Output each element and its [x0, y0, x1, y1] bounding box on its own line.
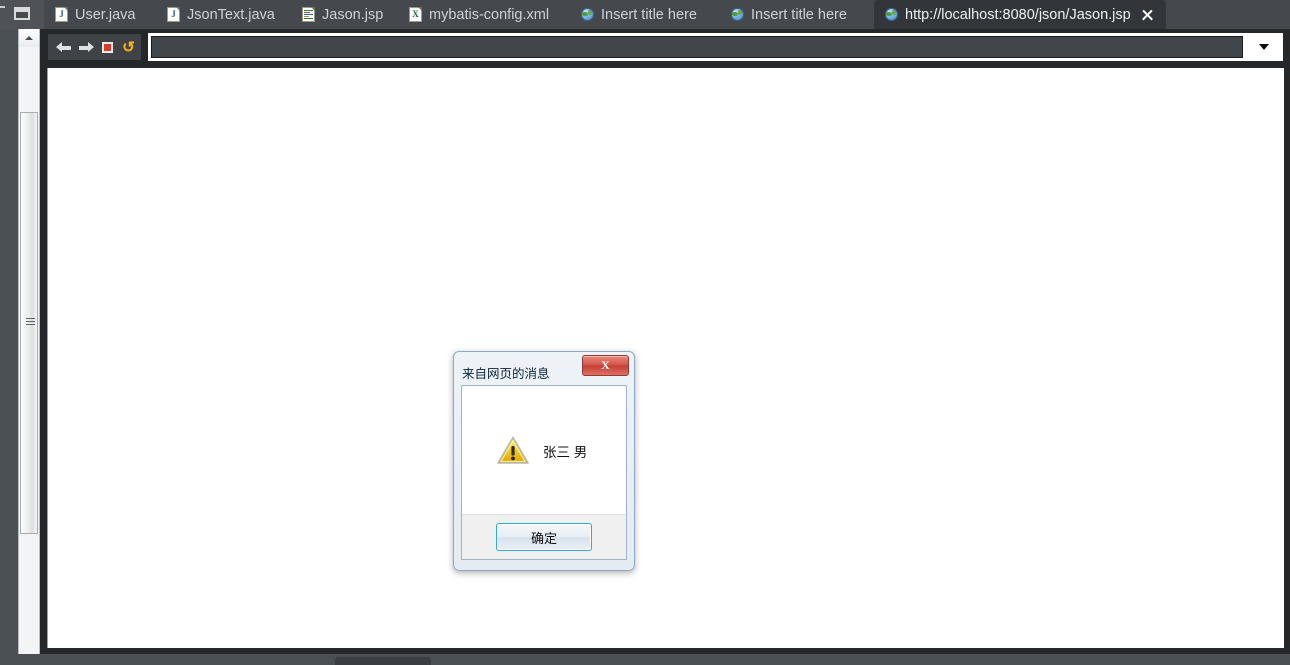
xml-file-icon-letter: X	[412, 9, 419, 19]
tabstrip-left-pad	[0, 0, 44, 29]
browser-window: J User.java J JsonText.java Jason.jsp X …	[0, 0, 1290, 665]
corner-tick	[0, 6, 5, 8]
back-button[interactable]	[54, 37, 73, 57]
dialog-message-text: 张三 男	[543, 444, 588, 460]
tab-label: User.java	[75, 6, 136, 23]
chevron-down-icon	[1259, 44, 1269, 50]
scrollbar-grip-icon	[26, 318, 35, 328]
stop-icon	[101, 42, 113, 53]
dialog-title: 来自网页的消息	[462, 367, 550, 381]
dialog-close-button[interactable]: X	[582, 355, 629, 376]
tab-jason-jsp[interactable]: Jason.jsp	[291, 0, 398, 29]
tab-label: Insert title here	[601, 6, 697, 23]
window-restore-icon[interactable]	[14, 7, 30, 20]
globe-icon	[885, 7, 898, 22]
address-input[interactable]	[151, 36, 1243, 58]
bottom-bar	[0, 654, 1290, 665]
tab-localhost-jason-jsp[interactable]: http://localhost:8080/json/Jason.jsp	[874, 0, 1166, 29]
tab-close-icon[interactable]	[1140, 8, 1154, 22]
tab-label: JsonText.java	[187, 6, 275, 23]
forward-button[interactable]	[76, 37, 95, 57]
back-arrow-icon	[56, 42, 72, 53]
scrollbar-thumb[interactable]	[20, 112, 38, 534]
forward-arrow-icon	[78, 42, 94, 53]
java-file-icon-letter: J	[59, 9, 64, 19]
dialog-titlebar: 来自网页的消息 X	[454, 352, 634, 382]
warning-triangle-icon	[497, 436, 529, 465]
bottom-status-nub	[335, 657, 431, 665]
navigation-button-group: ↺	[48, 34, 141, 60]
java-file-icon: J	[55, 7, 68, 22]
globe-icon	[731, 7, 744, 22]
refresh-button[interactable]: ↺	[119, 37, 138, 57]
refresh-icon: ↺	[122, 39, 135, 56]
dialog-ok-button[interactable]: 确定	[496, 523, 592, 551]
address-bar-container	[148, 33, 1283, 61]
tab-insert-title-here-1[interactable]: Insert title here	[570, 0, 720, 29]
java-file-icon: J	[167, 7, 180, 22]
tab-jsontext-java[interactable]: J JsonText.java	[156, 0, 291, 29]
jsp-file-icon	[302, 7, 315, 22]
vertical-scrollbar[interactable]	[18, 29, 40, 665]
tab-label: mybatis-config.xml	[429, 6, 550, 23]
tab-label: http://localhost:8080/json/Jason.jsp	[905, 6, 1131, 23]
tab-label: Insert title here	[751, 6, 847, 23]
dialog-message-row: 张三 男	[462, 386, 626, 515]
scrollbar-up-button[interactable]	[19, 29, 39, 47]
page-content-area	[47, 68, 1284, 648]
tab-mybatis-config-xml[interactable]: X mybatis-config.xml	[398, 0, 570, 29]
address-history-dropdown-button[interactable]	[1248, 36, 1280, 58]
dialog-body: 张三 男 确定	[461, 385, 627, 560]
browser-frame: ↺	[40, 29, 1290, 654]
xml-file-icon: X	[409, 7, 422, 22]
tab-strip: J User.java J JsonText.java Jason.jsp X …	[0, 0, 1290, 29]
scroll-up-arrow-icon	[25, 36, 33, 40]
browser-toolbar: ↺	[40, 29, 1290, 65]
java-file-icon-letter: J	[171, 9, 176, 19]
dialog-footer: 确定	[462, 514, 626, 559]
stop-button[interactable]	[98, 37, 117, 57]
globe-icon	[581, 7, 594, 22]
tab-insert-title-here-2[interactable]: Insert title here	[720, 0, 870, 29]
alert-dialog: 来自网页的消息 X 张三 男 确定	[453, 351, 635, 571]
tab-user-java[interactable]: J User.java	[44, 0, 156, 29]
tab-label: Jason.jsp	[322, 6, 384, 23]
